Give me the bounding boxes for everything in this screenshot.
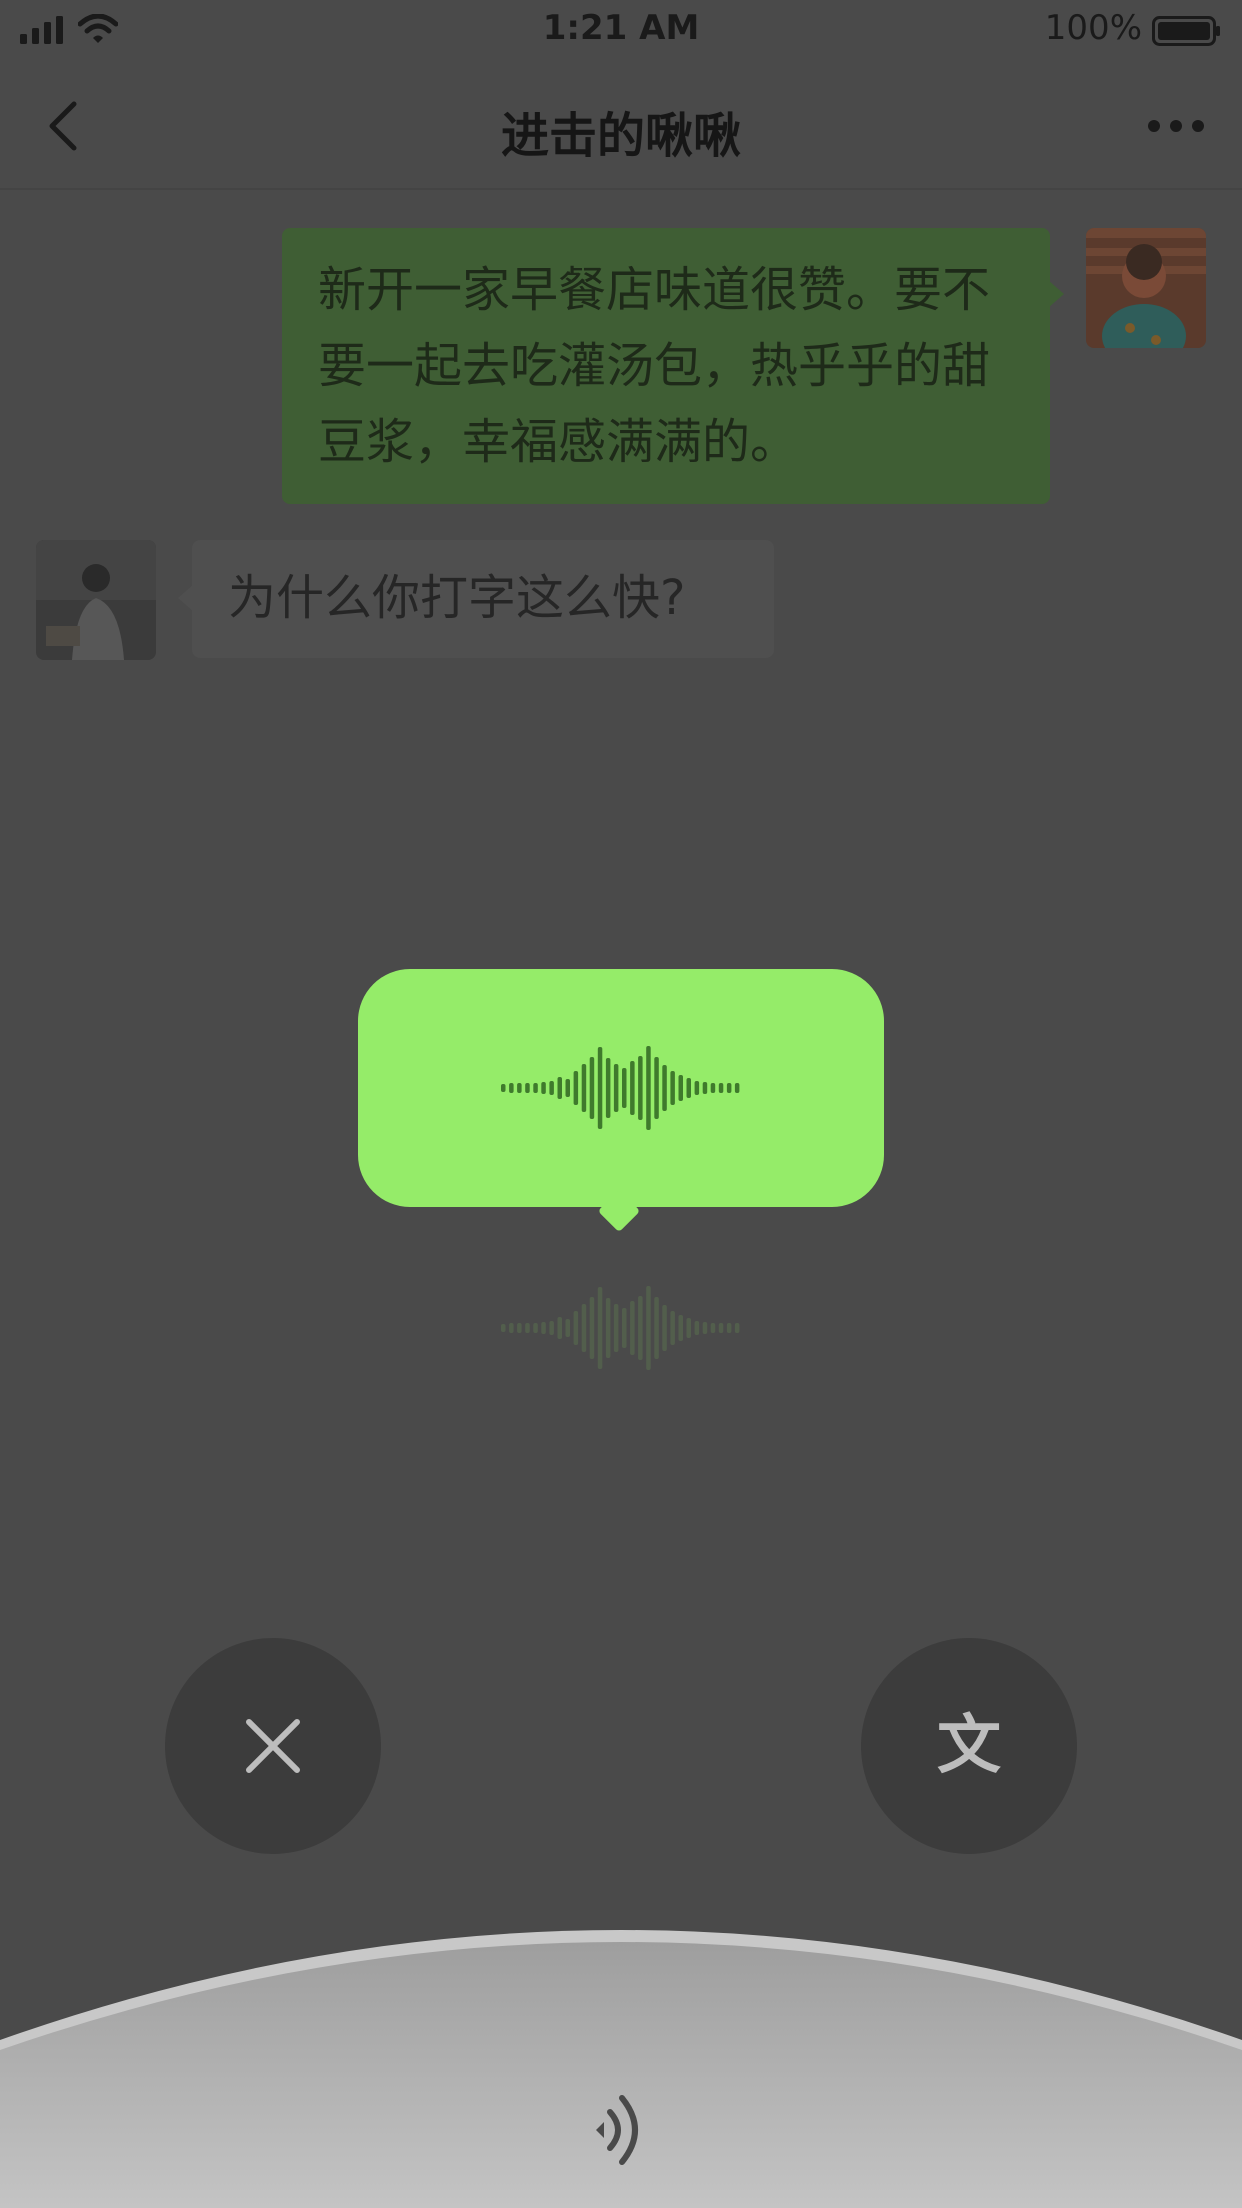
waveform-bar <box>654 1297 659 1359</box>
outgoing-message-text: 新开一家早餐店味道很赞。要不要一起去吃灌汤包，热乎乎的甜豆浆，幸福感满满的。 <box>318 262 991 470</box>
waveform-bar <box>525 1083 530 1093</box>
convert-to-text-button[interactable]: 文 <box>861 1638 1077 1854</box>
waveform-bar <box>670 1311 675 1345</box>
waveform-bar <box>533 1323 538 1333</box>
status-bar: 1:21 AM 100% <box>0 0 1242 60</box>
waveform-bar <box>718 1083 724 1093</box>
incoming-message-text: 为什么你打字这么快? <box>228 570 686 626</box>
waveform-bar <box>718 1323 724 1333</box>
waveform-bar <box>597 1047 603 1129</box>
waveform-bar <box>638 1056 643 1120</box>
waveform-bar <box>509 1323 514 1333</box>
my-avatar[interactable] <box>1086 228 1206 348</box>
waveform-bar <box>589 1297 595 1359</box>
waveform-icon <box>501 1046 740 1130</box>
outgoing-message-bubble[interactable]: 新开一家早餐店味道很赞。要不要一起去吃灌汤包，热乎乎的甜豆浆，幸福感满满的。 <box>282 228 1064 504</box>
waveform-bar <box>734 1083 740 1093</box>
waveform-bar <box>622 1068 627 1108</box>
waveform-bar <box>573 1071 579 1105</box>
waveform-bar <box>565 1079 570 1097</box>
waveform-bar <box>710 1083 716 1093</box>
convert-to-text-label: 文 <box>937 1709 1001 1783</box>
waveform-bar <box>694 1081 700 1095</box>
waveform-bar <box>517 1083 522 1093</box>
waveform-bar <box>509 1083 514 1093</box>
waveform-bar <box>613 1304 619 1352</box>
waveform-bar <box>573 1311 579 1345</box>
waveform-bar <box>726 1083 732 1093</box>
waveform-bar <box>702 1082 708 1094</box>
more-icon[interactable] <box>1146 116 1206 136</box>
battery-percentage: 100% <box>1044 8 1142 48</box>
chat-title: 进击的啾啾 <box>500 108 741 164</box>
waveform-bar <box>501 1324 506 1332</box>
waveform-bar <box>630 1301 635 1355</box>
waveform-bar <box>702 1322 708 1334</box>
waveform-bar <box>597 1287 603 1369</box>
battery-icon <box>1152 16 1220 46</box>
contact-avatar[interactable] <box>36 540 156 660</box>
cancel-button[interactable] <box>165 1638 381 1854</box>
waveform-reflection <box>501 1286 740 1370</box>
waveform-bar <box>613 1064 619 1112</box>
waveform-bar <box>533 1083 538 1093</box>
waveform-bar <box>557 1077 562 1099</box>
waveform-bar <box>662 1065 667 1111</box>
close-icon <box>165 1638 381 1854</box>
waveform-bar <box>678 1315 683 1341</box>
waveform-bar <box>557 1317 562 1339</box>
waveform-bar <box>589 1057 595 1119</box>
waveform-bar <box>581 1064 587 1112</box>
waveform-bar <box>605 1058 611 1118</box>
waveform-bar <box>605 1298 611 1358</box>
waveform-bar <box>694 1321 700 1335</box>
waveform-bar <box>630 1061 635 1115</box>
waveform-bar <box>638 1296 643 1360</box>
waveform-bar <box>541 1082 546 1094</box>
waveform-bar <box>581 1304 587 1352</box>
waveform-bar <box>710 1323 716 1333</box>
waveform-bar <box>525 1323 530 1333</box>
waveform-bar <box>646 1286 651 1370</box>
waveform-bar <box>734 1323 740 1333</box>
nav-bar: 进击的啾啾 <box>0 60 1242 190</box>
waveform-bar <box>622 1308 627 1348</box>
waveform-bar <box>686 1078 691 1098</box>
waveform-bar <box>654 1057 659 1119</box>
waveform-bar <box>565 1319 570 1337</box>
waveform-bar <box>517 1323 522 1333</box>
waveform-bar <box>501 1084 506 1092</box>
incoming-message-bubble[interactable]: 为什么你打字这么快? <box>178 540 774 658</box>
waveform-bar <box>678 1075 683 1101</box>
waveform-bar <box>549 1321 554 1335</box>
waveform-bar <box>541 1322 546 1334</box>
waveform-bar <box>686 1318 691 1338</box>
waveform-bar <box>549 1081 554 1095</box>
waveform-bar <box>646 1046 651 1130</box>
release-to-send-area[interactable] <box>0 1920 1242 2208</box>
waveform-bar <box>662 1305 667 1351</box>
waveform-bar <box>670 1071 675 1105</box>
waveform-bar <box>726 1323 732 1333</box>
